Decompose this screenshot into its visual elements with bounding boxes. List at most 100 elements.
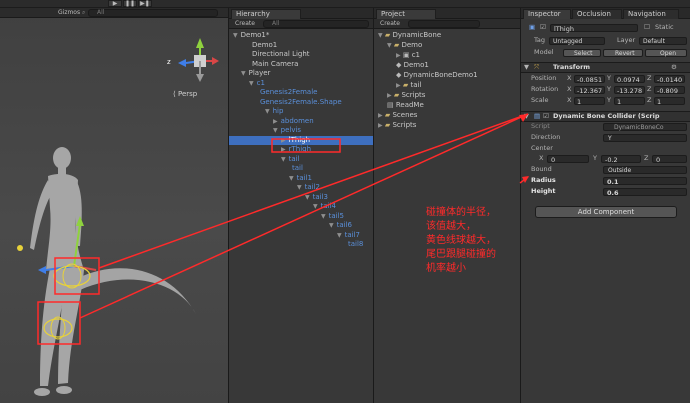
tree-fold-icon[interactable]: ▼ [265,108,270,115]
hierarchy-item[interactable]: ▼ hip [265,107,283,116]
persp-label[interactable]: ⟨ Persp [173,90,197,99]
project-item[interactable]: ◆ DynamicBoneDemo1 [396,71,478,80]
hierarchy-item[interactable]: ▼ tail1 [289,174,312,183]
hierarchy-item[interactable]: ▼ tail7 [337,231,360,240]
hierarchy-item[interactable]: ▶ rThigh [281,145,311,154]
transform-value-field[interactable]: 1 [614,97,645,106]
hierarchy-item[interactable]: ▼ tail2 [297,183,320,192]
transform-value-field[interactable]: 1 [574,97,605,106]
hierarchy-item[interactable]: ▼ pelvis [273,126,301,135]
hierarchy-item[interactable]: ▼ tail [281,155,300,164]
step-button[interactable]: ▶❚ [138,0,152,7]
tree-fold-icon[interactable]: ▼ [305,194,310,201]
direction-dropdown[interactable]: Y [603,134,687,142]
layer-dropdown[interactable]: Default [639,37,687,45]
tab-navigation[interactable]: Navigation [623,9,679,19]
project-item[interactable]: ▶ ▣ c1 [396,51,420,60]
hierarchy-item[interactable]: ▼ tail5 [321,212,344,221]
project-item[interactable]: ▼ ▰ DynamicBone [378,31,441,40]
radius-field[interactable]: 0.1 [603,177,687,186]
hierarchy-item[interactable]: Directional Light [249,50,310,59]
project-item[interactable]: ▼ ▰ Demo [387,41,422,50]
transform-value-field[interactable]: 1 [654,97,685,106]
tree-fold-icon[interactable]: ▼ [273,127,278,134]
active-checkbox[interactable]: ☑ [540,23,546,32]
tree-fold-icon[interactable]: ▼ [337,232,342,239]
hierarchy-search-input[interactable]: All [263,20,369,28]
transform-value-field[interactable]: -12.367 [574,86,605,95]
center-z-field[interactable]: 0 [652,155,687,164]
scene-view[interactable]: Gizmos ⌕ All ⟨ Persp z [0,8,228,403]
tree-fold-icon[interactable]: ▼ [289,175,294,182]
add-component-button[interactable]: Add Component [535,206,677,218]
pause-button[interactable]: ❚❚ [123,0,137,7]
project-create-dropdown[interactable]: Create [380,20,400,28]
transform-settings-icon[interactable]: ⚙ [671,63,677,72]
collider-header[interactable]: ▼ ▤ ☑ Dynamic Bone Collider (Scrip [521,111,690,122]
static-checkbox[interactable]: ☐ [644,23,650,32]
center-y-field[interactable]: -0.2 [601,155,641,164]
hierarchy-item[interactable]: ▶ abdomen [273,117,314,126]
tab-occlusion[interactable]: Occlusion [572,9,622,19]
tree-fold-icon[interactable]: ▼ [297,184,302,191]
project-item[interactable]: ▶ ▰ Scripts [387,91,425,100]
hierarchy-item-label: Demo1 [252,40,278,49]
project-item[interactable]: ▶ ▰ Scenes [378,111,417,120]
center-x-field[interactable]: 0 [547,155,589,164]
axis-label: Z [647,96,652,104]
tree-fold-icon[interactable]: ▼ [329,222,334,229]
tree-fold-icon[interactable]: ▼ [281,156,286,163]
tab-inspector[interactable]: Inspector [523,9,571,19]
hierarchy-item[interactable]: Genesis2Female.Shape [257,98,342,107]
transform-value-field[interactable]: -0.0851 [574,75,605,84]
tree-fold-icon[interactable]: ▼ [249,80,254,87]
hierarchy-item[interactable]: ▼ tail6 [329,221,352,230]
hierarchy-create-dropdown[interactable]: Create [235,20,255,28]
hierarchy-item[interactable]: ▼ Player [241,69,270,78]
hierarchy-item[interactable]: Main Camera [249,60,298,69]
tab-project[interactable]: Project [376,9,436,19]
tab-hierarchy[interactable]: Hierarchy [231,9,301,19]
tree-fold-icon[interactable]: ▼ [313,203,318,210]
hierarchy-item[interactable]: tail8 [345,240,363,249]
tree-fold-icon[interactable]: ▼ [321,213,326,220]
hierarchy-item[interactable]: ▶ lThigh [281,136,310,145]
script-field[interactable]: DynamicBoneCo [603,123,687,131]
hierarchy-item[interactable]: ▼ tail3 [305,193,328,202]
tag-dropdown[interactable]: Untagged [549,37,605,45]
hierarchy-item[interactable]: ▼ c1 [249,79,265,88]
project-search-input[interactable] [408,20,480,28]
transform-value-field[interactable]: -0.0140 [654,75,685,84]
hierarchy-item-label: pelvis [280,126,302,134]
tree-fold-icon[interactable]: ▶ [281,146,286,153]
project-item[interactable]: ◆ Demo1 [396,61,429,70]
model-open-button[interactable]: Open [645,49,687,57]
collider-enabled-checkbox[interactable]: ☑ [543,112,549,121]
tree-fold-icon[interactable]: ▶ [281,137,286,144]
transform-header[interactable]: ▼ ⤧ Transform ⚙ [521,62,690,73]
model-select-button[interactable]: Select [563,49,601,57]
transform-value-field[interactable]: -0.809 [654,86,685,95]
project-item[interactable]: ▶ ▰ Scripts [378,121,416,130]
tree-fold-icon[interactable]: ▼ [241,70,246,77]
hierarchy-item-label: Demo1* [240,31,270,39]
object-name-field[interactable]: lThigh [550,24,638,33]
height-field[interactable]: 0.6 [603,188,687,197]
project-item[interactable]: ▤ ReadMe [387,101,424,110]
inspector-panel: Inspector Occlusion Navigation ▣ ☑ lThig… [520,8,690,403]
hierarchy-item[interactable]: Demo1 [249,41,277,50]
hierarchy-item-label: Main Camera [252,59,299,68]
bound-dropdown[interactable]: Outside [603,166,687,174]
transform-row-label: Rotation [531,85,559,93]
tree-fold-icon[interactable]: ▼ [233,32,238,39]
tree-fold-icon[interactable]: ▶ [273,118,278,125]
project-item[interactable]: ▶ ▰ tail [396,81,421,90]
transform-value-field[interactable]: -13.278 [614,86,645,95]
hierarchy-item[interactable]: tail [289,164,303,173]
transform-value-field[interactable]: 0.0974 [614,75,645,84]
hierarchy-item[interactable]: Genesis2Female [257,88,317,97]
play-button[interactable]: ▶ [108,0,122,7]
model-revert-button[interactable]: Revert [603,49,643,57]
hierarchy-item[interactable]: ▼ Demo1* [233,31,269,40]
hierarchy-item[interactable]: ▼ tail4 [313,202,336,211]
